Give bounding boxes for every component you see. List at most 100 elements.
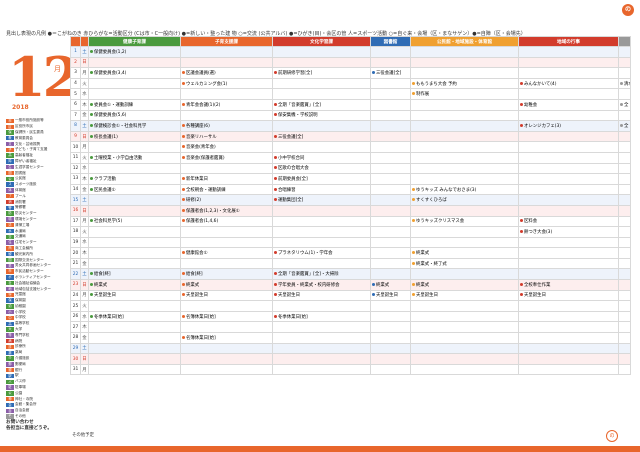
event-cell: オレンジカフェ(3) — [518, 120, 619, 132]
legend-key-badge: 体 — [6, 188, 14, 193]
event-text: 餅つき大会(3) — [524, 229, 553, 235]
event-text: 冬季休業日[始] — [94, 314, 124, 320]
event-bullet-icon — [182, 70, 185, 74]
event-cell — [272, 342, 371, 355]
event-cell — [410, 226, 519, 238]
event-cell — [618, 109, 631, 122]
weekday-label: 日 — [80, 353, 89, 365]
event-text: 区民会議① — [94, 187, 116, 193]
event-bullet-icon — [182, 272, 185, 276]
event-cell — [518, 56, 619, 69]
calendar-day-row: 22 土給食[終] 給食[終] 全期「音楽鑑賞」[全]・大掃除 — [70, 268, 631, 281]
event-cell: 委員会①・運動訓練 — [88, 98, 181, 111]
event-cell — [370, 257, 411, 270]
event-text: ゆうキッズ みんなでおさま(3) — [416, 187, 477, 193]
legend-label: 駐車場 — [15, 385, 26, 390]
legend-label: 市民活動センター — [15, 269, 44, 274]
event-cell — [370, 342, 411, 355]
event-text: 天皇誕生日 — [94, 293, 116, 299]
legend-key-badge: 郵 — [6, 362, 14, 367]
calendar-day-row: 27 木 — [70, 321, 631, 334]
weekday-label: 木 — [80, 98, 89, 111]
legend-key-badge: 国 — [6, 257, 14, 263]
event-bullet-icon — [90, 123, 93, 127]
event-cell: 保健委員会(3,4) — [88, 67, 181, 79]
calendar-day-row: 15 土 研修(2) 運動集団[全] すくすくひろば — [70, 194, 631, 206]
event-bullet-icon — [274, 198, 277, 202]
weekday-label: 日 — [80, 279, 89, 291]
event-cell — [370, 310, 411, 323]
event-cell — [180, 109, 273, 122]
event-cell: 保護者会(1,4,6) — [180, 215, 273, 228]
event-cell — [272, 204, 371, 217]
weekday-label: 土 — [80, 342, 89, 355]
legend-key-badge: 警 — [6, 205, 14, 211]
event-bullet-icon — [412, 282, 415, 286]
event-cell — [618, 342, 631, 355]
event-cell: ウェルカミング会(1) — [180, 77, 273, 90]
column-header: 文化学習課 — [272, 36, 371, 47]
legend-label: 図書館 — [15, 170, 26, 175]
day-number: 6 — [70, 98, 81, 111]
day-number: 10 — [70, 141, 81, 153]
event-text: 終業式 — [416, 282, 430, 288]
event-cell — [272, 257, 371, 270]
event-bullet-icon — [372, 70, 375, 74]
day-number: 18 — [70, 226, 81, 238]
legend-key-badge: 生 — [6, 165, 14, 170]
event-text: 保健検診会①・社会科見学 — [94, 123, 147, 129]
event-bullet-icon — [274, 102, 277, 106]
event-cell: 音楽リハーサル — [180, 130, 273, 143]
day-number: 21 — [70, 257, 81, 270]
event-cell — [518, 141, 619, 153]
legend-label: 一般市役所施設等 — [15, 118, 44, 123]
weekday-label: 土 — [80, 46, 89, 58]
legend-label: 会館・集会所 — [15, 402, 37, 407]
event-bullet-icon — [182, 219, 185, 223]
event-cell: 全校奉仕作業 — [518, 279, 619, 291]
event-cell — [370, 56, 411, 69]
event-text: 制作展 — [416, 92, 430, 98]
legend-key-badge: 男 — [6, 263, 14, 269]
event-cell — [410, 310, 519, 323]
event-cell: 全 — [618, 98, 631, 111]
event-cell — [272, 321, 371, 334]
event-cell — [370, 300, 411, 312]
calendar-day-row: 23 日終業式 終業式 学年委員・終業式・校内研修会 終業式 終業式 全校奉仕作業 — [70, 279, 631, 291]
event-cell: 餅つき大会(3) — [518, 226, 619, 238]
event-text: 音楽会(保護者鑑賞) — [186, 155, 225, 161]
day-number: 3 — [70, 67, 81, 79]
legend-label: バス停 — [15, 379, 26, 384]
event-cell — [618, 363, 631, 376]
event-bullet-icon — [412, 293, 415, 297]
event-bullet-icon — [90, 113, 93, 117]
legend-key-badge: ス — [6, 182, 14, 187]
weekday-label: 金 — [80, 332, 89, 344]
event-bullet-icon — [274, 155, 277, 159]
event-cell — [410, 204, 519, 217]
weekday-label: 木 — [80, 173, 89, 185]
legend-key-badge: 子 — [6, 147, 14, 153]
legend-key-badge: 消 — [6, 199, 14, 205]
event-cell: 保健委員会(5,6) — [88, 109, 181, 122]
event-bullet-icon — [182, 282, 185, 286]
event-cell: 小中学校合同 — [272, 151, 371, 164]
day-number: 5 — [70, 88, 81, 100]
legend-label: 介護施設 — [15, 356, 30, 361]
column-header-row: 健康子育課 子育支援課 文化学習課 図書館 公民館・地域施設・体育館 地域の行事 — [70, 36, 631, 47]
event-cell — [272, 56, 371, 69]
event-cell: 区歌の合唱大会 — [272, 162, 371, 175]
event-cell — [272, 363, 371, 376]
calendar-day-row: 3 月保健委員会(3,4) 区議会議員(選) 前期研修学習[全] 三役会議[全] — [70, 67, 631, 79]
legend-key-badge: 小 — [6, 310, 14, 315]
calendar-day-row: 8 土保健検診会①・社会科見学 各種講座(6) オレンジカフェ(3) 全 — [70, 120, 631, 132]
calendar-page: 見出し表現の凡例 ●＝こがねのき 赤ひらがな=活動区分 (Cは市・C一般向け) … — [0, 0, 640, 452]
event-text: ウェルカミング会(1) — [186, 81, 228, 87]
legend-label: 小学校 — [15, 309, 26, 314]
event-cell — [410, 67, 519, 79]
event-cell — [370, 247, 411, 259]
weekday-label: 金 — [80, 183, 89, 196]
event-text: 各種講座(6) — [186, 123, 210, 129]
event-bullet-icon — [90, 219, 93, 223]
event-cell — [410, 130, 519, 143]
